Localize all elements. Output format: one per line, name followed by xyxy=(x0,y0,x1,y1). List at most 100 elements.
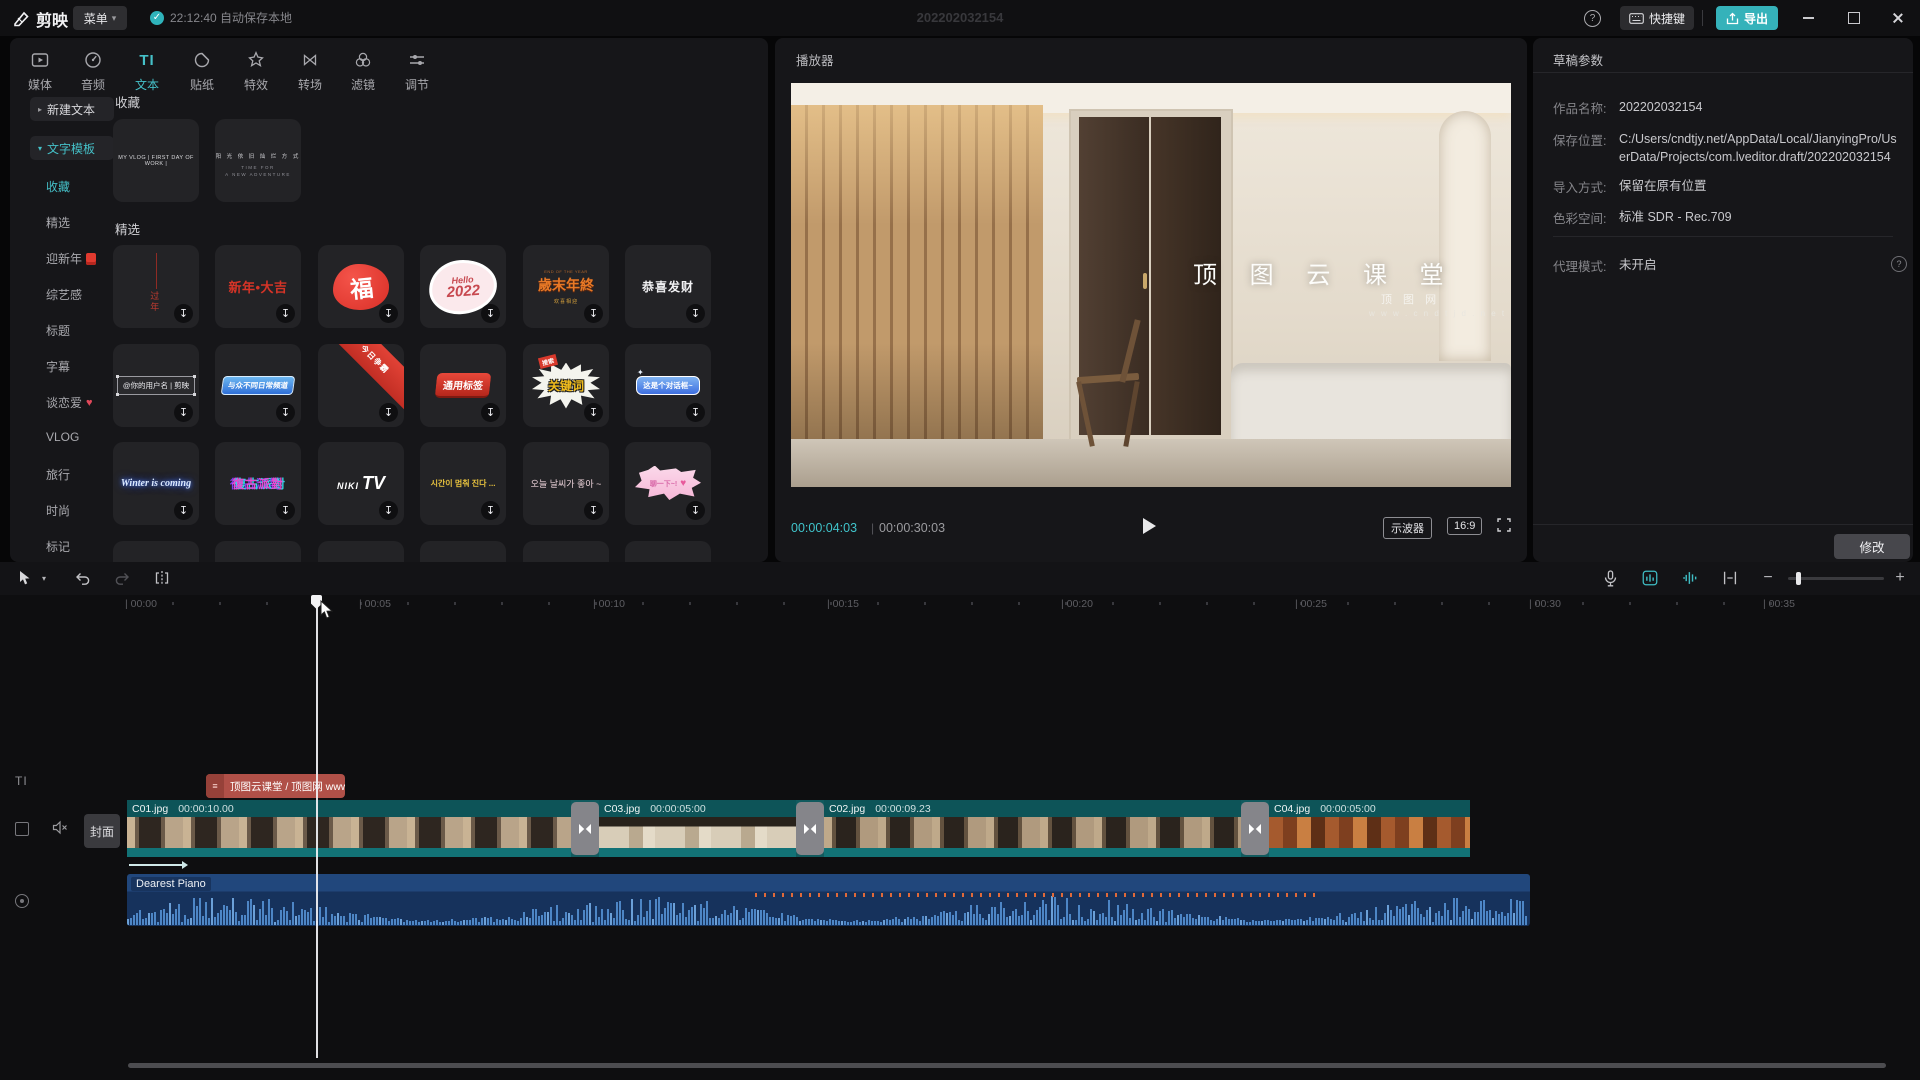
download-icon[interactable]: ↧ xyxy=(379,403,398,422)
minimize-button[interactable] xyxy=(1786,0,1830,36)
download-icon[interactable]: ↧ xyxy=(379,304,398,323)
template-card-vertical-red[interactable]: 过年↧ xyxy=(113,245,199,328)
download-icon[interactable]: ↧ xyxy=(481,403,500,422)
download-icon[interactable]: ↧ xyxy=(276,304,295,323)
sidebar-item-10[interactable]: 时尚 xyxy=(46,502,70,519)
sidebar-item-8[interactable]: VLOG xyxy=(46,430,79,444)
template-card-blue-badge[interactable]: 与众不同日常频道↧ xyxy=(215,344,301,427)
sidebar-item-5[interactable]: 标题 xyxy=(46,322,70,339)
tab-audio[interactable]: 音频 xyxy=(66,46,120,102)
template-card-stub[interactable] xyxy=(215,541,301,562)
help-icon[interactable]: ? xyxy=(1584,10,1601,27)
template-card-fu-blob[interactable]: 福↧ xyxy=(318,245,404,328)
menu-button[interactable]: 菜单 ▾ xyxy=(73,6,127,30)
record-voiceover-icon[interactable] xyxy=(1598,566,1622,590)
template-card-korean-pink[interactable]: 오늘 날씨가 좋아 ~↧ xyxy=(523,442,609,525)
audio-meter-icon[interactable] xyxy=(1638,566,1662,590)
proxy-help-icon[interactable]: ? xyxy=(1891,256,1907,272)
sidebar-item-4[interactable]: 综艺感 xyxy=(46,286,82,303)
download-icon[interactable]: ↧ xyxy=(379,501,398,520)
sidebar-item-2[interactable]: 精选 xyxy=(46,214,70,231)
text-clip[interactable]: ≡顶图云课堂 / 顶图网 www xyxy=(206,774,345,798)
sidebar-item-3[interactable]: 迎新年 xyxy=(46,250,96,267)
template-card-username-box[interactable]: @你的用户名 | 剪映↧ xyxy=(113,344,199,427)
download-icon[interactable]: ↧ xyxy=(276,501,295,520)
transition-handle-2[interactable] xyxy=(796,802,824,855)
template-card-hello2022[interactable]: Hello2022↧ xyxy=(420,245,506,328)
sidebar-item-7[interactable]: 谈恋爱♥ xyxy=(46,394,93,411)
split-clip-icon[interactable] xyxy=(150,566,174,590)
video-clip-C03.jpg[interactable]: C03.jpg00:00:05:00 xyxy=(599,800,796,857)
select-tool-caret-icon[interactable]: ▾ xyxy=(38,566,50,590)
download-icon[interactable]: ↧ xyxy=(584,501,603,520)
redo-icon[interactable] xyxy=(110,566,134,590)
video-track-toggle-icon[interactable] xyxy=(15,822,29,836)
template-card-keyword-burst[interactable]: 关键词搜索↧ xyxy=(523,344,609,427)
tab-filter[interactable]: 滤镜 xyxy=(336,46,390,102)
text-template-group[interactable]: ▾文字模板 xyxy=(30,136,114,160)
sidebar-item-9[interactable]: 旅行 xyxy=(46,466,70,483)
template-card-vlog-dark[interactable]: MY VLOG | FIRST DAY OF WORK | xyxy=(113,119,199,202)
template-card-stub[interactable] xyxy=(420,541,506,562)
new-text-button[interactable]: ▸新建文本 xyxy=(30,97,114,121)
download-icon[interactable]: ↧ xyxy=(686,501,705,520)
modify-button[interactable]: 修改 xyxy=(1834,534,1910,559)
template-card-stub[interactable] xyxy=(523,541,609,562)
template-card-nikitv[interactable]: NIKITV↧ xyxy=(318,442,404,525)
template-card-red-tag[interactable]: 通用标签↧ xyxy=(420,344,506,427)
download-icon[interactable]: ↧ xyxy=(276,403,295,422)
tab-media[interactable]: 媒体 xyxy=(13,46,67,102)
audio-clip[interactable]: Dearest Piano xyxy=(127,874,1530,926)
close-button[interactable] xyxy=(1876,0,1920,36)
play-button[interactable] xyxy=(1143,518,1156,534)
timeline-zoom-slider[interactable] xyxy=(1788,577,1884,580)
tab-effect[interactable]: 特效 xyxy=(229,46,283,102)
mute-track-icon[interactable] xyxy=(52,820,68,835)
zoom-out-icon[interactable]: − xyxy=(1758,566,1778,590)
zoom-in-icon[interactable]: + xyxy=(1890,566,1910,590)
shortcut-button[interactable]: 快捷键 xyxy=(1620,6,1694,30)
undo-icon[interactable] xyxy=(70,566,94,590)
maximize-button[interactable] xyxy=(1832,0,1876,36)
sidebar-item-11[interactable]: 标记 xyxy=(46,538,70,555)
download-icon[interactable]: ↧ xyxy=(584,403,603,422)
timeline-zoom-slider-knob[interactable] xyxy=(1796,572,1801,585)
aspect-ratio-button[interactable]: 16:9 xyxy=(1447,517,1482,535)
download-icon[interactable]: ↧ xyxy=(686,304,705,323)
download-icon[interactable]: ↧ xyxy=(174,501,193,520)
video-clip-C01.jpg[interactable]: C01.jpg00:00:10.00 xyxy=(127,800,571,857)
download-icon[interactable]: ↧ xyxy=(481,501,500,520)
template-card-sunshine[interactable]: 阳 光 依 旧 灿 烂 方 式TIME FORA NEW ADVENTURE xyxy=(215,119,301,202)
sound-wave-icon[interactable] xyxy=(1678,566,1702,590)
select-tool-icon[interactable] xyxy=(12,566,38,590)
template-card-winter[interactable]: Winter is coming↧ xyxy=(113,442,199,525)
sidebar-item-6[interactable]: 字幕 xyxy=(46,358,70,375)
export-button[interactable]: 导出 xyxy=(1716,6,1778,30)
template-card-stub[interactable] xyxy=(113,541,199,562)
template-card-dialog-blue[interactable]: 这是个对话框~✦↧ xyxy=(625,344,711,427)
transition-handle-1[interactable] xyxy=(571,802,599,855)
template-card-retro-glitch[interactable]: 復古派對↧ xyxy=(215,442,301,525)
template-card-diag-ribbon[interactable]: 今日争霸↧ xyxy=(318,344,404,427)
tab-transition[interactable]: 转场 xyxy=(283,46,337,102)
fullscreen-icon[interactable] xyxy=(1497,518,1511,532)
template-card-stub[interactable] xyxy=(318,541,404,562)
sidebar-item-1[interactable]: 收藏 xyxy=(46,178,70,195)
template-card-korean-yellow[interactable]: 시간이 멈춰 진다 ...↧ xyxy=(420,442,506,525)
download-icon[interactable]: ↧ xyxy=(174,403,193,422)
tab-sticker[interactable]: 贴纸 xyxy=(175,46,229,102)
download-icon[interactable]: ↧ xyxy=(481,304,500,323)
download-icon[interactable]: ↧ xyxy=(174,304,193,323)
timeline-scrollbar[interactable] xyxy=(128,1063,1886,1068)
link-preview-icon[interactable] xyxy=(1718,566,1742,590)
tab-adjust[interactable]: 调节 xyxy=(390,46,444,102)
template-card-gongxi[interactable]: 恭喜发财↧ xyxy=(625,245,711,328)
video-clip-C02.jpg[interactable]: C02.jpg00:00:09.23 xyxy=(824,800,1241,857)
cover-button[interactable]: 封面 xyxy=(84,814,120,848)
template-card-yearend-fire[interactable]: END OF THE YEAR歲末年終欢喜相迎↧ xyxy=(523,245,609,328)
video-preview[interactable]: 顶 图 云 课 堂 顶 图 网 w w w . c n d t j d . n … xyxy=(791,83,1511,487)
scope-button[interactable]: 示波器 xyxy=(1383,517,1432,539)
template-card-stub[interactable] xyxy=(625,541,711,562)
video-clip-C04.jpg[interactable]: C04.jpg00:00:05:00 xyxy=(1269,800,1470,857)
template-card-newyear-red[interactable]: 新年•大吉↧ xyxy=(215,245,301,328)
